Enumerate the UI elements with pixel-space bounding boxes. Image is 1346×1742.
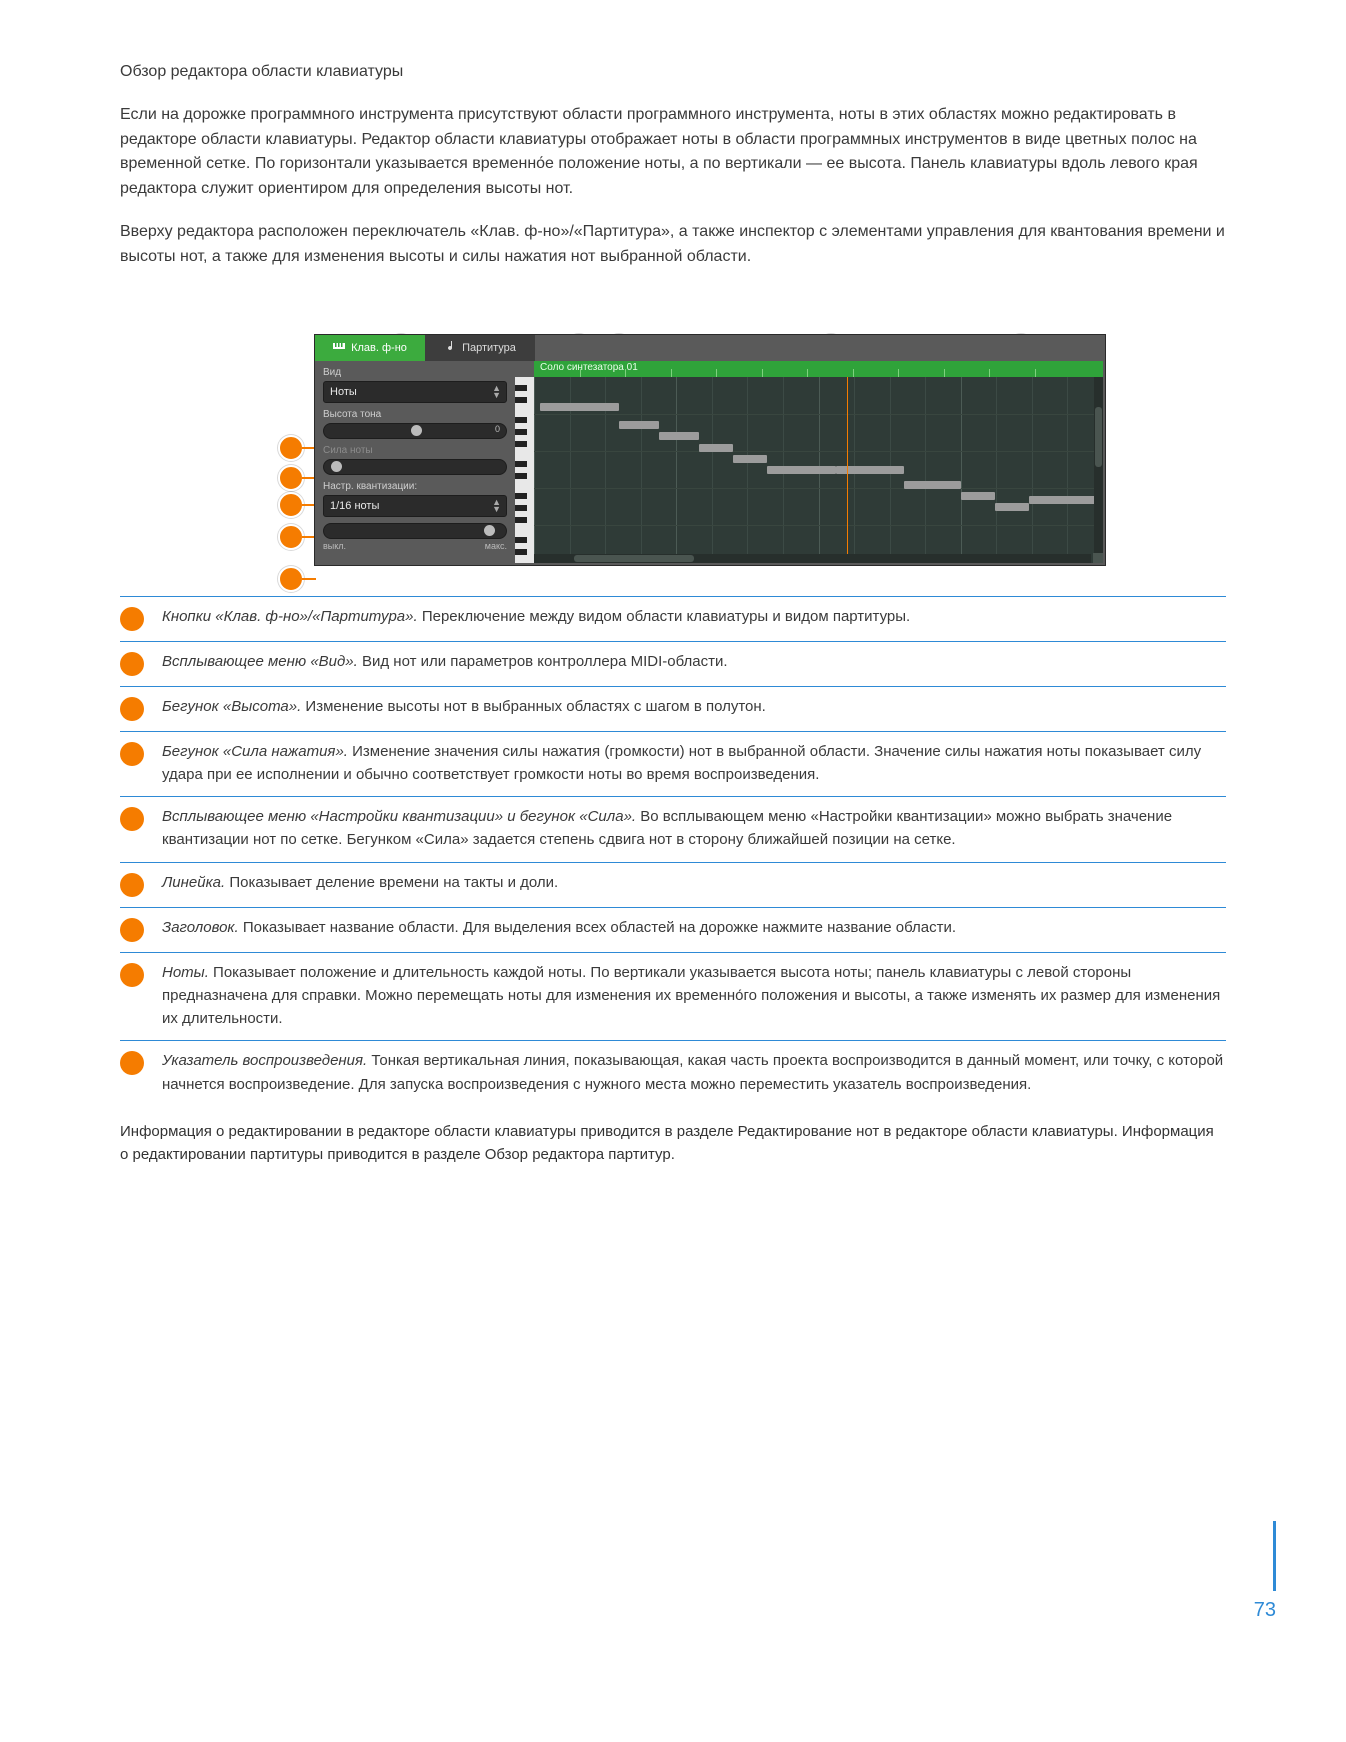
tab-piano-roll[interactable]: Клав. ф-но	[315, 335, 425, 361]
music-note-icon	[444, 340, 456, 355]
midi-note[interactable]	[733, 455, 767, 463]
region-name[interactable]: Соло синтезатора 01	[540, 362, 638, 373]
callout-dot-icon	[120, 697, 144, 721]
callout-marker-pitch	[278, 465, 304, 491]
view-label: Вид	[323, 367, 507, 378]
quantize-value: 1/16 ноты	[330, 500, 379, 512]
piano-roll-editor: Клав. ф-но Партитура Соло синтезатора 01	[314, 334, 1106, 566]
keyboard-strip[interactable]	[515, 377, 534, 563]
midi-note[interactable]	[659, 432, 699, 440]
popup-arrows-icon: ▲▼	[492, 499, 501, 513]
tab-score[interactable]: Партитура	[425, 335, 535, 361]
pitch-value: 0	[495, 424, 500, 434]
callout-legend: Кнопки «Клав. ф-но»/«Партитура». Переклю…	[120, 596, 1226, 1106]
view-popup-value: Ноты	[330, 386, 357, 398]
quantize-popup[interactable]: 1/16 ноты ▲▼	[323, 495, 507, 517]
callout-dot-icon	[120, 652, 144, 676]
view-switch-tabs: Клав. ф-но Партитура	[315, 335, 1105, 361]
midi-note[interactable]	[767, 466, 835, 474]
callout-marker-quantize	[278, 524, 304, 550]
link-edit-notes[interactable]: Редактирование нот в редакторе области к…	[738, 1123, 1114, 1140]
zoom-handle-icon[interactable]	[1093, 553, 1103, 563]
horizontal-scrollbar[interactable]	[534, 554, 1091, 563]
callout-dot-icon	[120, 742, 144, 766]
midi-note[interactable]	[619, 421, 659, 429]
intro-paragraph-2: Вверху редактора расположен переключател…	[120, 220, 1226, 270]
callout-dot-icon	[120, 807, 144, 831]
callout-row: Ноты. Показывает положение и длительност…	[120, 952, 1226, 1041]
callout-dot-icon	[120, 607, 144, 631]
callout-row: Бегунок «Сила нажатия». Изменение значен…	[120, 731, 1226, 797]
midi-note[interactable]	[995, 503, 1029, 511]
inspector-panel: Вид Ноты ▲▼ Высота тона 0 Сила ноты	[315, 361, 515, 565]
quantize-label: Настр. квантизации:	[323, 481, 507, 492]
editor-figure: Клав. ф-но Партитура Соло синтезатора 01	[278, 334, 1068, 566]
note-grid[interactable]	[534, 377, 1103, 563]
section-title: Обзор редактора области клавиатуры	[120, 60, 1226, 85]
callout-row: Всплывающее меню «Вид». Вид нот или пара…	[120, 641, 1226, 686]
see-also-paragraph: Информация о редактировании в редакторе …	[120, 1120, 1226, 1167]
strength-max-label: макс.	[485, 541, 507, 551]
strength-off-label: выкл.	[323, 541, 346, 551]
pitch-slider[interactable]: 0	[323, 423, 507, 439]
intro-paragraph-1: Если на дорожке программного инструмента…	[120, 103, 1226, 202]
callout-row: Всплывающее меню «Настройки квантизации»…	[120, 796, 1226, 862]
popup-arrows-icon: ▲▼	[492, 385, 501, 399]
playhead[interactable]	[847, 377, 848, 563]
callout-dot-icon	[120, 918, 144, 942]
intro-block: Обзор редактора области клавиатуры Если …	[120, 60, 1226, 270]
midi-note[interactable]	[699, 444, 733, 452]
callout-marker-velocity	[278, 492, 304, 518]
tab-piano-roll-label: Клав. ф-но	[351, 342, 407, 354]
view-popup[interactable]: Ноты ▲▼	[323, 381, 507, 403]
callout-dot-icon	[120, 1051, 144, 1075]
piano-roll-icon	[333, 340, 345, 355]
midi-note[interactable]	[836, 466, 904, 474]
callout-row: Заголовок. Показывает название области. …	[120, 907, 1226, 952]
page-number: 73	[1232, 1599, 1276, 1622]
tab-score-label: Партитура	[462, 342, 516, 354]
callout-dot-icon	[120, 873, 144, 897]
midi-note[interactable]	[540, 403, 620, 411]
callout-row: Указатель воспроизведения. Тонкая вертик…	[120, 1040, 1226, 1106]
link-score-overview[interactable]: Обзор редактора партитур	[485, 1146, 671, 1163]
velocity-slider[interactable]	[323, 459, 507, 475]
pitch-label: Высота тона	[323, 409, 507, 420]
ruler[interactable]: Соло синтезатора 01	[534, 361, 1103, 377]
callout-marker-view	[278, 435, 304, 461]
velocity-label: Сила ноты	[323, 445, 507, 456]
midi-note[interactable]	[904, 481, 961, 489]
strength-slider[interactable]	[323, 523, 507, 539]
midi-note[interactable]	[961, 492, 995, 500]
page-number-tab: 73	[1232, 1521, 1276, 1622]
callout-marker-strength	[278, 566, 304, 592]
callout-row: Линейка. Показывает деление времени на т…	[120, 862, 1226, 907]
callout-row: Кнопки «Клав. ф-но»/«Партитура». Переклю…	[120, 596, 1226, 641]
callout-row: Бегунок «Высота». Изменение высоты нот в…	[120, 686, 1226, 731]
vertical-scrollbar[interactable]	[1094, 377, 1103, 554]
midi-note[interactable]	[1029, 496, 1097, 504]
callout-dot-icon	[120, 963, 144, 987]
